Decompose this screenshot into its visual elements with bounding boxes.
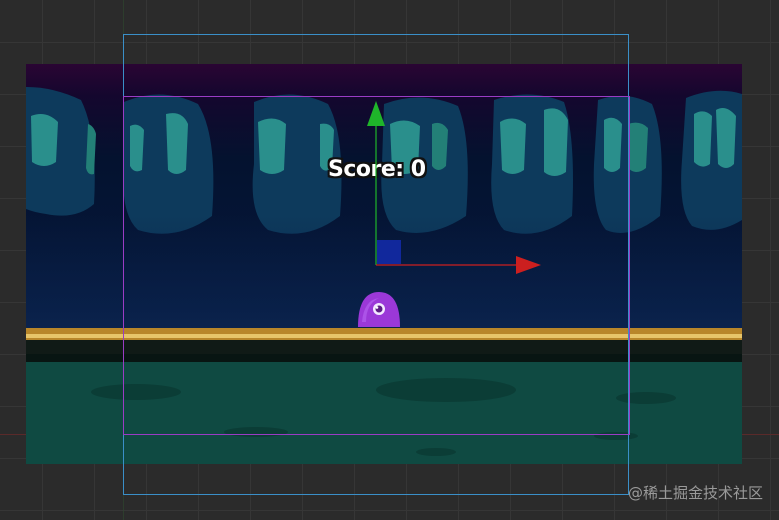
transform-gizmo[interactable] — [0, 0, 779, 520]
watermark: @稀土掘金技术社区 — [627, 484, 763, 502]
center-handle-icon[interactable] — [377, 240, 401, 264]
